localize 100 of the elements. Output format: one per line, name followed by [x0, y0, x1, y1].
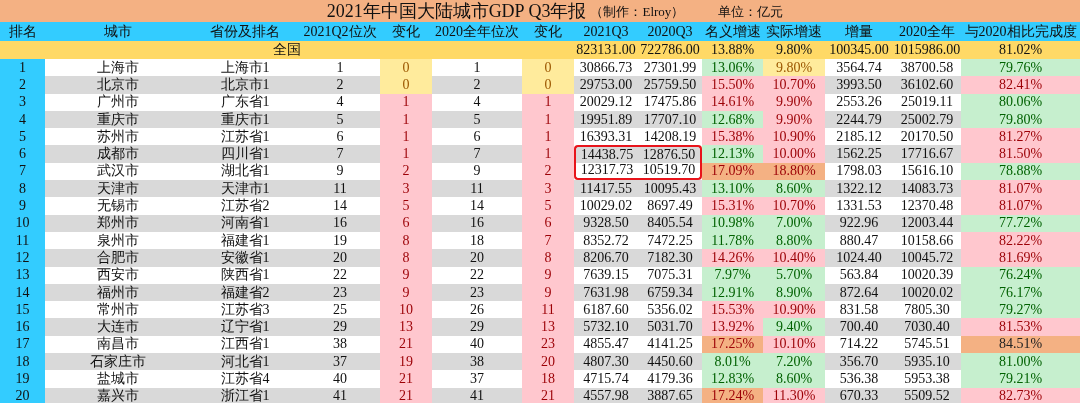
change-cell: 18 [522, 370, 574, 388]
column-header: 省份及排名 [209, 22, 281, 41]
growth-cell: 10.40% [763, 249, 825, 267]
annual-gdp-cell: 17716.67 [893, 145, 961, 163]
column-header: 2020全年 [898, 22, 956, 41]
province-cell: 河北省1 [190, 353, 300, 371]
rank-cell: 2 [0, 76, 45, 94]
change-cell: 21 [380, 370, 432, 388]
total-cell-text: 81.02% [997, 41, 1044, 59]
column-header: 2021Q2位次 [302, 22, 378, 41]
completion-cell: 81.27% [961, 128, 1080, 146]
column-header: 2020Q3 [646, 22, 694, 41]
rank-cell: 1 [0, 59, 45, 77]
growth-cell: 10.70% [763, 197, 825, 215]
increase-cell: 1024.40 [825, 249, 893, 267]
change-cell: 5 [522, 197, 574, 215]
increase-cell: 356.70 [825, 353, 893, 371]
total-label: 全国 [272, 41, 302, 59]
annual-gdp-cell: 14083.73 [893, 180, 961, 198]
gdp-cell: 11417.55 [574, 180, 638, 198]
province-cell: 辽宁省1 [190, 318, 300, 336]
gdp-cell: 4450.60 [638, 353, 702, 371]
total-cell-text: 722786.00 [639, 41, 701, 59]
city-cell: 北京市 [45, 76, 190, 94]
rank-cell: 12 [0, 249, 45, 267]
change-cell: 3 [522, 180, 574, 198]
change-cell: 8 [522, 249, 574, 267]
change-cell: 20 [522, 353, 574, 371]
growth-cell: 9.80% [763, 59, 825, 77]
completion-cell: 79.27% [961, 301, 1080, 319]
completion-cell: 81.07% [961, 197, 1080, 215]
annual-rank-cell: 38 [432, 353, 522, 371]
growth-cell: 10.70% [763, 76, 825, 94]
annual-rank-cell: 29 [432, 318, 522, 336]
province-cell: 安徽省1 [190, 249, 300, 267]
column-header: 2021Q3 [582, 22, 630, 41]
change-cell: 19 [380, 353, 432, 371]
completion-cell: 81.00% [961, 353, 1080, 371]
sheet-title: 2021年中国大陆城市GDP Q3年报 [326, 0, 587, 22]
growth-cell: 15.38% [702, 128, 763, 146]
growth-cell: 15.31% [702, 197, 763, 215]
completion-cell: 82.41% [961, 76, 1080, 94]
total-cell-text: 9.80% [774, 41, 814, 59]
increase-cell: 700.40 [825, 318, 893, 336]
total-cell-text: 100345.00 [828, 41, 890, 59]
change-cell: 0 [522, 59, 574, 77]
annual-gdp-cell: 7030.40 [893, 318, 961, 336]
province-cell: 四川省1 [190, 145, 300, 163]
author-note: （制作：Elroy） [590, 3, 685, 21]
completion-cell: 79.76% [961, 59, 1080, 77]
completion-cell: 81.50% [961, 145, 1080, 163]
province-cell: 天津市1 [190, 180, 300, 198]
province-cell: 北京市1 [190, 76, 300, 94]
city-cell: 合肥市 [45, 249, 190, 267]
gdp-cell: 25759.50 [638, 76, 702, 94]
annual-rank-cell: 11 [432, 180, 522, 198]
completion-cell: 81.07% [961, 180, 1080, 198]
growth-cell: 13.10% [702, 180, 763, 198]
growth-cell: 15.50% [702, 76, 763, 94]
rank-cell: 5 [0, 128, 45, 146]
growth-cell: 13.06% [702, 59, 763, 77]
column-header: 增量 [844, 22, 874, 41]
rank-cell: 6 [0, 145, 45, 163]
growth-cell: 10.00% [763, 145, 825, 163]
change-cell: 1 [522, 128, 574, 146]
column-header: 变化 [391, 22, 421, 41]
change-cell: 5 [380, 197, 432, 215]
column-header: 名义增速 [703, 22, 762, 41]
gdp-cell: 7182.30 [638, 249, 702, 267]
growth-cell: 8.60% [763, 180, 825, 198]
q2-rank-cell: 20 [300, 249, 380, 267]
gdp-cell: 5031.70 [638, 318, 702, 336]
change-cell: 13 [380, 318, 432, 336]
annual-gdp-cell: 10045.72 [893, 249, 961, 267]
growth-cell: 15.53% [702, 301, 763, 319]
city-cell: 大连市 [45, 318, 190, 336]
increase-cell: 3993.50 [825, 76, 893, 94]
annual-rank-cell: 7 [432, 145, 522, 163]
change-cell: 0 [522, 76, 574, 94]
annual-rank-cell: 20 [432, 249, 522, 267]
column-header: 城市 [102, 22, 133, 41]
change-cell: 13 [522, 318, 574, 336]
column-header: 2020全年位次 [434, 22, 520, 41]
gdp-cell: 8206.70 [574, 249, 638, 267]
rank-cell: 15 [0, 301, 45, 319]
gdp-cell: 5732.10 [574, 318, 638, 336]
growth-cell: 13.92% [702, 318, 763, 336]
gdp-cell: 12876.50 [638, 145, 702, 163]
change-cell: 1 [380, 145, 432, 163]
city-cell: 天津市 [45, 180, 190, 198]
change-cell: 11 [522, 301, 574, 319]
total-cell-text: 13.88% [709, 41, 756, 59]
annual-rank-cell: 2 [432, 76, 522, 94]
column-header: 实际增速 [765, 22, 823, 41]
growth-cell: 10.90% [763, 301, 825, 319]
rank-cell: 9 [0, 197, 45, 215]
q2-rank-cell: 2 [300, 76, 380, 94]
growth-cell: 8.01% [702, 353, 763, 371]
city-cell: 成都市 [45, 145, 190, 163]
annual-gdp-cell: 36102.60 [893, 76, 961, 94]
